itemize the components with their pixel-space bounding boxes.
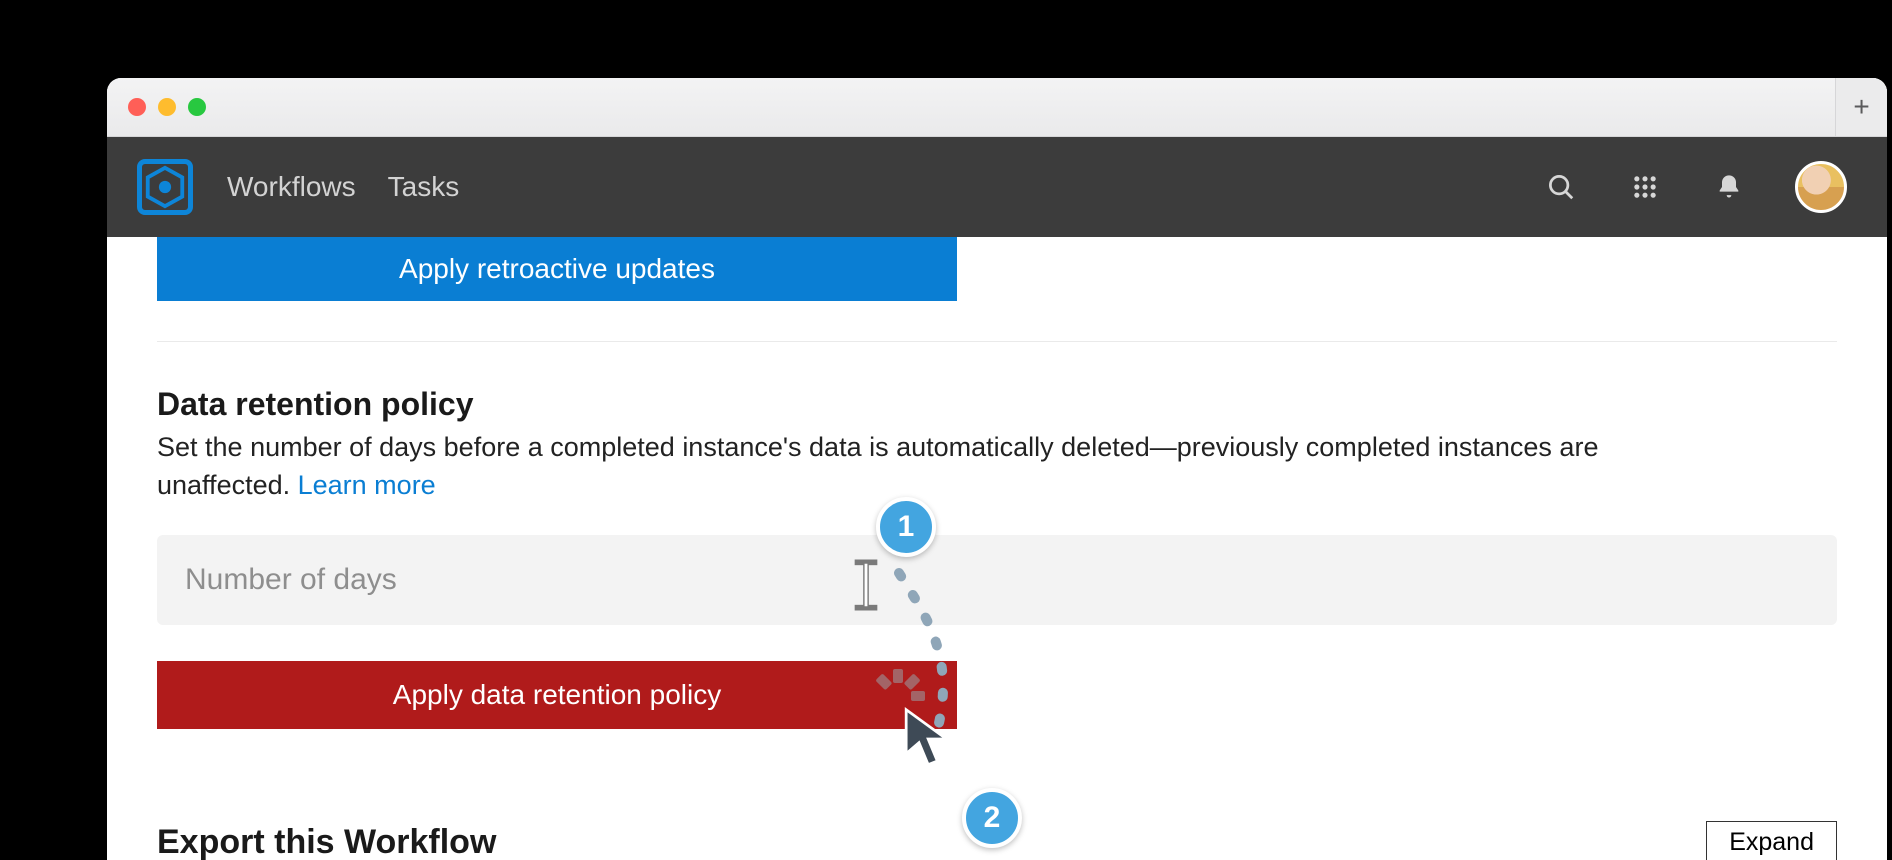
hexagon-icon: [142, 159, 188, 215]
text-cursor-icon: [849, 559, 883, 611]
retention-title: Data retention policy: [157, 386, 1837, 423]
close-window-button[interactable]: [128, 98, 146, 116]
app-logo[interactable]: [137, 159, 193, 215]
export-title: Export this Workflow: [157, 823, 496, 860]
nav-tasks[interactable]: Tasks: [388, 171, 460, 203]
learn-more-link[interactable]: Learn more: [298, 470, 436, 500]
step-badge-1: 1: [876, 497, 936, 557]
nav-workflows[interactable]: Workflows: [227, 171, 356, 203]
fullscreen-window-button[interactable]: [188, 98, 206, 116]
expand-button[interactable]: Expand: [1706, 821, 1837, 860]
titlebar: +: [107, 78, 1887, 137]
apps-grid-icon[interactable]: [1623, 165, 1667, 209]
step-path-icon: [874, 553, 1014, 813]
search-icon[interactable]: [1539, 165, 1583, 209]
divider: [157, 341, 1837, 342]
notifications-icon[interactable]: [1707, 165, 1751, 209]
minimize-window-button[interactable]: [158, 98, 176, 116]
apply-retroactive-button[interactable]: Apply retroactive updates: [157, 237, 957, 301]
apply-retention-button[interactable]: Apply data retention policy: [157, 661, 957, 729]
step-badge-2: 2: [962, 788, 1022, 848]
pointer-cursor-icon: [900, 706, 960, 772]
navbar: Workflows Tasks: [107, 137, 1887, 237]
retention-description: Set the number of days before a complete…: [157, 429, 1737, 505]
traffic-lights: [128, 98, 206, 116]
avatar[interactable]: [1795, 161, 1847, 213]
new-tab-button[interactable]: +: [1835, 78, 1887, 136]
